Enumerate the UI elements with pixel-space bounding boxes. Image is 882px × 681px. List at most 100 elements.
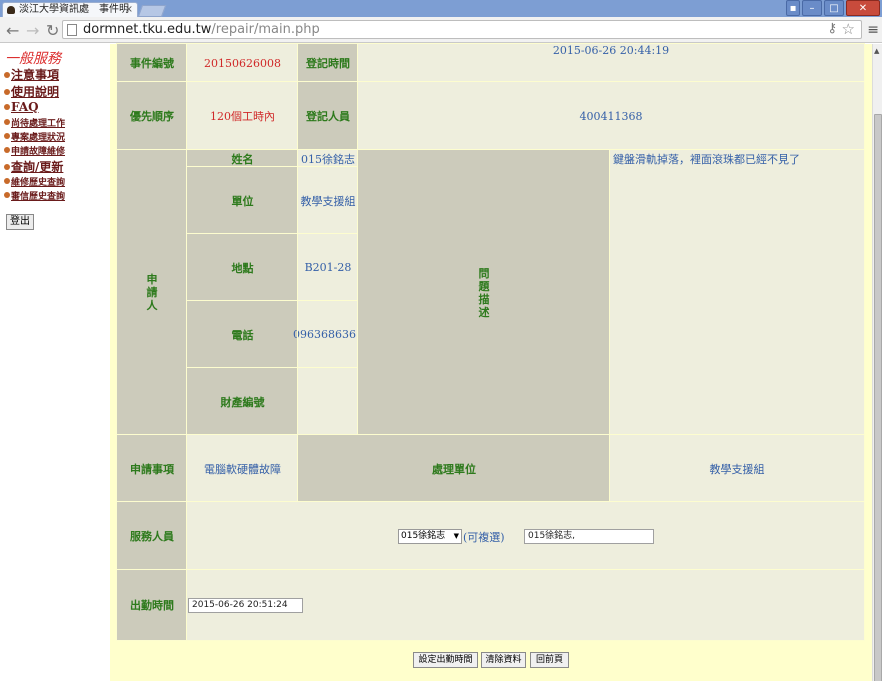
scroll-up-icon[interactable]: ▲	[874, 47, 879, 55]
close-window-icon[interactable]: ✕	[846, 0, 880, 16]
vertical-scrollbar[interactable]: ▲	[872, 44, 882, 681]
address-bar[interactable]: dormnet.tku.edu.tw/repair/main.php ⚷ ☆	[62, 20, 862, 39]
sidebar-item-label: 申請故障維修	[11, 147, 66, 157]
problem-desc-value: 鍵盤滑軌掉落，裡面滾珠都已經不見了	[613, 153, 800, 166]
sidebar-item-review-history[interactable]: 審信歷史查詢	[4, 189, 65, 202]
reload-icon[interactable]: ↻	[46, 21, 59, 40]
minimize-icon[interactable]: –	[802, 0, 822, 16]
bookmark-star-icon[interactable]: ☆	[842, 20, 855, 38]
event-no-value: 20150626008	[204, 56, 281, 70]
sidebar-item-repair-history[interactable]: 維修歷史查詢	[4, 175, 65, 188]
sidebar-item-apply[interactable]: 申請故障維修	[4, 144, 65, 157]
browser-menu-icon[interactable]: ≡	[867, 22, 879, 38]
registrant-cell: 400411368	[357, 81, 865, 151]
phone-value: 0963686361	[293, 328, 363, 341]
unit-label: 單位	[231, 194, 254, 208]
sidebar-item-label: 使用說明	[11, 85, 60, 99]
name-cell: 015徐銘志	[297, 149, 359, 168]
bullet-icon	[4, 192, 10, 198]
user-icon[interactable]: ▪	[786, 0, 800, 16]
phone-cell: 0963686361	[293, 300, 363, 369]
staff-text-input[interactable]: 015徐銘志,	[524, 529, 654, 544]
dropdown-arrow-icon: ▼	[453, 532, 459, 540]
asset-label-cell: 財產編號	[186, 367, 299, 436]
handling-unit-label: 處理單位	[432, 462, 476, 476]
priority-label: 優先順序	[130, 110, 174, 123]
bullet-icon	[4, 164, 10, 170]
bullet-icon	[4, 104, 10, 110]
clear-data-button[interactable]: 清除資料	[481, 652, 526, 668]
browser-titlebar: 淡江大學資訊處 事件明 × ▪ – □ ✕	[0, 0, 882, 17]
back-page-button[interactable]: 回前頁	[530, 652, 569, 668]
browser-toolbar: ← → ↻ dormnet.tku.edu.tw/repair/main.php…	[0, 17, 882, 43]
sidebar-item-status[interactable]: 專案處理狀況	[4, 130, 65, 143]
priority-cell: 120個工時內	[186, 81, 299, 151]
staff-label-cell: 服務人員	[116, 501, 188, 571]
sidebar-item-manual[interactable]: 使用說明	[4, 83, 59, 100]
name-label-cell: 姓名	[186, 149, 299, 168]
event-no-cell: 20150626008	[186, 43, 299, 83]
sidebar-item-label: 審信歷史查詢	[11, 192, 66, 202]
back-arrow-icon[interactable]: ←	[6, 21, 19, 40]
event-no-label: 事件編號	[130, 57, 174, 70]
key-icon[interactable]: ⚷	[827, 21, 837, 36]
reg-time-label-cell: 登記時間	[297, 43, 359, 83]
staff-select[interactable]: 015徐銘志 ▼	[398, 529, 462, 544]
url-host: dormnet.tku.edu.tw	[83, 22, 212, 37]
problem-desc-cell: 鍵盤滑軌掉落，裡面滾珠都已經不見了	[609, 149, 865, 436]
location-cell: B201-28	[297, 233, 359, 302]
sidebar-item-label: 維修歷史查詢	[11, 178, 66, 188]
sidebar-item-query[interactable]: 查詢/更新	[4, 158, 63, 175]
name-label: 姓名	[231, 152, 254, 166]
new-tab-button[interactable]	[137, 5, 167, 17]
maximize-icon[interactable]: □	[824, 0, 844, 16]
window-controls: ▪ – □ ✕	[786, 0, 880, 16]
reg-time-value: 2015-06-26 20:44:19	[552, 44, 670, 57]
sidebar-item-notice[interactable]: 注意事項	[4, 66, 59, 83]
priority-label-cell: 優先順序	[116, 81, 188, 151]
bullet-icon	[4, 89, 10, 95]
sidebar-item-label: 尚待處理工作	[11, 119, 66, 129]
phone-label-cell: 電話	[186, 300, 299, 369]
forward-arrow-icon[interactable]: →	[26, 21, 39, 40]
dispatch-time-label: 出勤時間	[130, 599, 174, 612]
problem-label-char: 問	[478, 266, 490, 280]
bullet-icon	[4, 178, 10, 184]
sidebar-item-faq[interactable]: FAQ	[4, 100, 39, 114]
priority-value: 120個工時內	[210, 110, 275, 123]
name-value: 015徐銘志	[301, 152, 355, 166]
url-path: /repair/main.php	[211, 22, 320, 37]
sidebar: 一般服務 注意事項 使用說明 FAQ 尚待處理工作 專案處理狀況 申請故障維修 …	[0, 44, 110, 681]
location-label-cell: 地點	[186, 233, 299, 302]
registrant-value: 400411368	[579, 109, 643, 123]
tab-close-icon[interactable]: ×	[125, 3, 133, 17]
site-favicon-icon	[7, 6, 15, 14]
problem-label-char: 描	[478, 292, 490, 306]
bullet-icon	[4, 147, 10, 153]
unit-value: 教學支援組	[300, 194, 356, 208]
sidebar-item-pending[interactable]: 尚待處理工作	[4, 116, 65, 129]
applicant-label-cell: 申 請 人	[116, 149, 188, 436]
scrollbar-thumb[interactable]	[874, 114, 882, 681]
reg-time-label: 登記時間	[306, 57, 350, 70]
set-dispatch-time-button[interactable]: 設定出勤時間	[413, 652, 478, 668]
handling-unit-label-cell: 處理單位	[297, 434, 611, 503]
request-item-label-cell: 申請事項	[116, 434, 188, 503]
dispatch-time-input[interactable]: 2015-06-26 20:51:24	[188, 598, 303, 613]
phone-label: 電話	[231, 328, 254, 342]
applicant-label-char: 人	[146, 299, 158, 312]
page-icon	[67, 24, 77, 36]
problem-label-cell: 問 題 描 述	[357, 149, 611, 436]
browser-tab[interactable]: 淡江大學資訊處 事件明 ×	[2, 2, 138, 17]
url-text[interactable]: dormnet.tku.edu.tw/repair/main.php	[83, 22, 320, 37]
bullet-icon	[4, 72, 10, 78]
logout-button[interactable]: 登出	[6, 214, 34, 230]
bullet-icon	[4, 119, 10, 125]
multi-select-note: (可複選)	[463, 531, 505, 544]
unit-label-cell: 單位	[186, 166, 299, 235]
unit-cell: 教學支援組	[297, 166, 359, 235]
asset-label: 財產編號	[220, 395, 265, 409]
registrant-label: 登記人員	[306, 110, 350, 123]
handling-unit-cell: 教學支援組	[609, 434, 865, 503]
reg-time-cell: 2015-06-26 20:44:19	[357, 43, 865, 83]
